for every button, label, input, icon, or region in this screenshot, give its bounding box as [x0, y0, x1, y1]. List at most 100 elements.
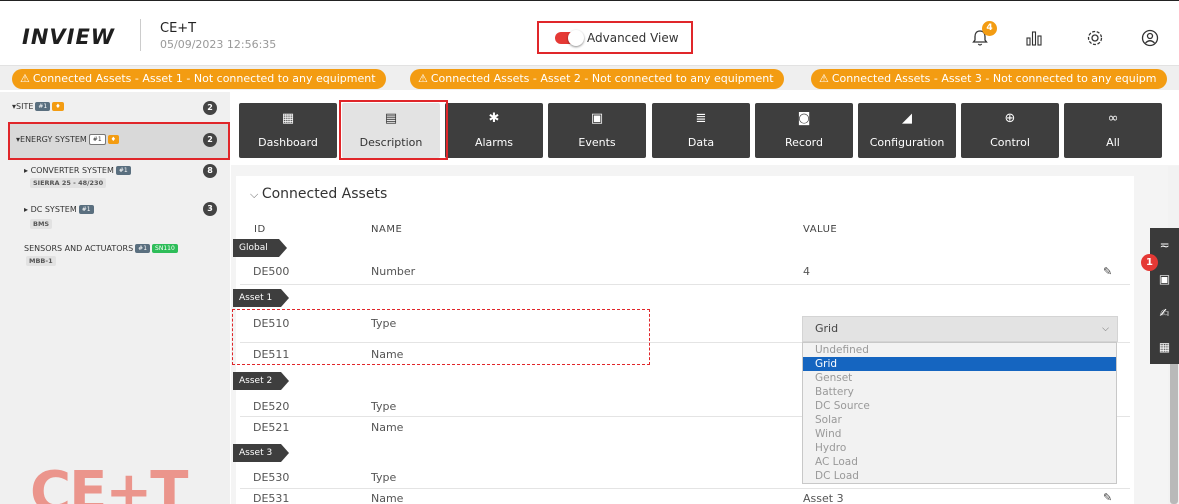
dropdown-option[interactable]: DC Source [803, 399, 1116, 413]
chevron-down-icon: ⌵ [250, 188, 262, 201]
energy-system-count: 2 [203, 133, 217, 147]
warning-icon: ⚠ [819, 72, 829, 85]
tab-configuration[interactable]: ◢ Configuration [858, 103, 956, 158]
tree-item-site[interactable]: ▾SITE #1 ♦ [12, 102, 64, 111]
row-de531-name: Name [371, 492, 404, 504]
row-de520-id: DE520 [253, 400, 290, 413]
tree-item-energy-system[interactable]: ▾ENERGY SYSTEM #1 ♦ [16, 134, 120, 145]
tab-events[interactable]: ▣ Events [548, 103, 646, 158]
tree-label: ENERGY SYSTEM [20, 135, 87, 144]
dropdown-option[interactable]: Genset [803, 371, 1116, 385]
row-de500-value: 4 [803, 265, 810, 278]
warning-icon: ⚠ [418, 72, 428, 85]
alarm-icon: ✱ [488, 111, 500, 126]
tab-all[interactable]: ∞ All [1064, 103, 1162, 158]
site-count: 2 [203, 101, 217, 115]
unsaved-changes-badge: 1 [1141, 254, 1158, 271]
tree-item-dc-system[interactable]: ▸ DC SYSTEM #1 [24, 205, 94, 214]
device-name: CE+T [160, 21, 197, 36]
row-de531-id: DE531 [253, 492, 290, 504]
tab-record[interactable]: ◙ Record [755, 103, 853, 158]
alert-text: Connected Assets - Asset 1 - Not connect… [32, 72, 376, 85]
dashboard-icon: ▦ [281, 111, 295, 126]
chart-bars-icon[interactable] [1024, 28, 1044, 48]
signature-icon[interactable]: ✍ [1150, 298, 1179, 328]
toggle-knob [568, 30, 584, 46]
advanced-view-label: Advanced View [587, 31, 679, 45]
infinity-icon: ∞ [1107, 111, 1119, 126]
tree-label: SENSORS AND ACTUATORS [24, 244, 134, 253]
description-tab-highlight [339, 100, 448, 160]
inview-logo[interactable]: INVIEW [22, 25, 115, 49]
instance-badge: #1 [78, 205, 94, 214]
row-de521-id: DE521 [253, 421, 290, 434]
dropdown-option[interactable]: DC Load [803, 469, 1116, 483]
select-value: Grid [815, 322, 839, 335]
dc-system-sub-chip: BMS [30, 219, 53, 229]
group-tag-asset-3: Asset 3 [233, 444, 289, 462]
section-header[interactable]: ⌵ Connected Assets [250, 186, 387, 202]
serial-badge: SN110 [152, 244, 178, 253]
tree-item-converter-system[interactable]: ▸ CONVERTER SYSTEM #1 [24, 166, 131, 175]
dropdown-option-selected[interactable]: Grid [803, 357, 1116, 371]
alarm-bell-badge: ♦ [107, 135, 120, 144]
dropdown-option[interactable]: Hydro [803, 441, 1116, 455]
control-icon: ⊕ [1004, 111, 1016, 126]
tab-dashboard[interactable]: ▦ Dashboard [239, 103, 337, 158]
asset-type-dropdown: Undefined Grid Genset Battery DC Source … [802, 342, 1117, 484]
layout-icon[interactable]: ▦ [1150, 332, 1179, 362]
alert-chip[interactable]: ⚠ Connected Assets - Asset 1 - Not connec… [12, 69, 386, 89]
converter-count: 8 [203, 164, 217, 178]
app-header: INVIEW CE+T 05/09/2023 12:56:35 Advanced… [0, 0, 1179, 66]
row-de530-name: Type [371, 471, 397, 484]
row-de500-id: DE500 [253, 265, 290, 278]
tree-label: CONVERTER SYSTEM [30, 166, 114, 175]
row-de520-name: Type [371, 400, 397, 413]
data-icon: ≣ [695, 111, 707, 126]
alert-strip: ⚠ Connected Assets - Asset 1 - Not connec… [0, 66, 1179, 90]
dropdown-option[interactable]: Undefined [803, 343, 1116, 357]
column-header-name: NAME [371, 224, 403, 235]
tree-item-sensors-actuators[interactable]: SENSORS AND ACTUATORS #1 SN110 [24, 244, 178, 253]
row-de531-value: Asset 3 [803, 492, 844, 504]
user-icon[interactable] [1140, 28, 1160, 48]
instance-badge: #1 [35, 102, 51, 111]
group-tag-asset-2: Asset 2 [233, 372, 289, 390]
row-de500-name: Number [371, 265, 416, 278]
dropdown-option[interactable]: Battery [803, 385, 1116, 399]
tab-data[interactable]: ≣ Data [652, 103, 750, 158]
alarm-bell-badge: ♦ [52, 102, 64, 111]
section-title: Connected Assets [261, 186, 388, 202]
tree-label: DC SYSTEM [30, 205, 77, 214]
calendar-icon: ▣ [590, 111, 604, 126]
tab-alarms[interactable]: ✱ Alarms [445, 103, 543, 158]
caret-right-icon: ▸ [24, 166, 29, 175]
asset-type-select[interactable]: Grid ⌵ [802, 316, 1118, 342]
header-divider [140, 19, 141, 51]
converter-model-chip: SIERRA 25 - 48/230 [30, 178, 107, 188]
row-de530-id: DE530 [253, 471, 290, 484]
row-de521-name: Name [371, 421, 404, 434]
gear-icon[interactable] [1085, 28, 1105, 48]
configuration-icon: ◢ [902, 111, 912, 126]
dropdown-option[interactable]: Solar [803, 413, 1116, 427]
chevron-down-icon: ⌵ [1102, 324, 1109, 334]
record-icon: ◙ [797, 111, 811, 126]
pencil-icon[interactable]: ✎ [1103, 265, 1112, 278]
warning-icon: ⚠ [20, 72, 30, 85]
alert-chip[interactable]: ⚠ Connected Assets - Asset 2 - Not connec… [410, 69, 784, 89]
alert-chip[interactable]: ⚠ Connected Assets - Asset 3 - Not connec… [811, 69, 1167, 89]
right-toolbar: ≂ ▣ ✍ ▦ [1150, 228, 1179, 364]
alert-text: Connected Assets - Asset 2 - Not connect… [430, 72, 774, 85]
advanced-view-toggle[interactable]: Advanced View [537, 21, 693, 54]
row-divider [240, 488, 1130, 489]
toggle-switch[interactable] [555, 30, 584, 46]
device-timestamp: 05/09/2023 12:56:35 [160, 38, 277, 51]
row-divider [240, 284, 1130, 285]
instance-badge: #1 [135, 244, 151, 253]
dropdown-option[interactable]: Wind [803, 427, 1116, 441]
tab-control[interactable]: ⊕ Control [961, 103, 1059, 158]
pencil-icon[interactable]: ✎ [1103, 491, 1112, 504]
dropdown-option[interactable]: AC Load [803, 455, 1116, 469]
scrollbar-thumb[interactable] [1170, 345, 1178, 504]
